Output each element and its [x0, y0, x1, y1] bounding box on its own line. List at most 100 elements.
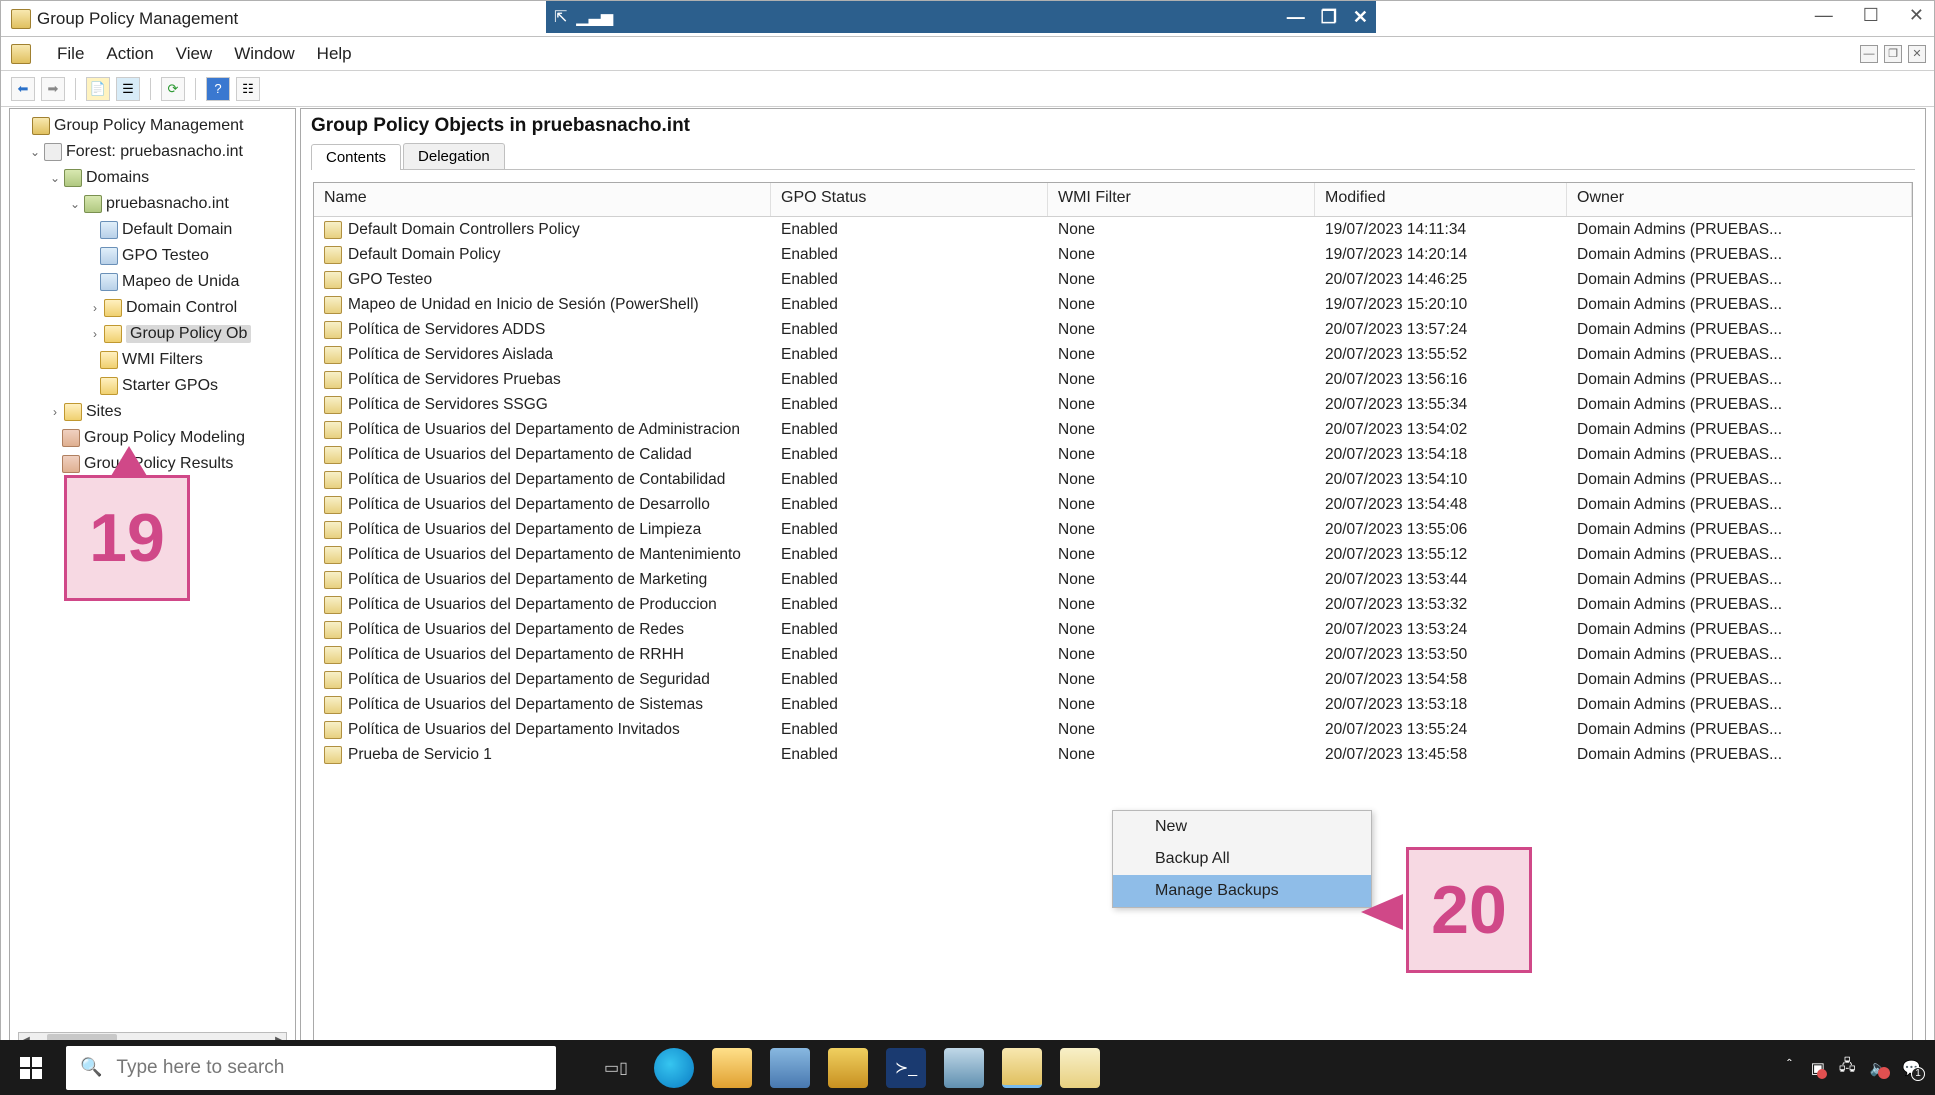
cell-name: Política de Usuarios del Departamento de… [348, 621, 684, 639]
show-hide-button[interactable]: ☰ [116, 77, 140, 101]
menu-action[interactable]: Action [106, 44, 153, 64]
table-row[interactable]: Política de Usuarios del Departamento de… [314, 692, 1912, 717]
cell-status: Enabled [771, 721, 1048, 739]
ctx-manage-backups[interactable]: Manage Backups [1113, 875, 1371, 907]
edge-icon[interactable] [654, 1048, 694, 1088]
table-row[interactable]: Política de Servidores ADDSEnabledNone20… [314, 317, 1912, 342]
col-modified[interactable]: Modified [1315, 183, 1567, 216]
table-row[interactable]: GPO TesteoEnabledNone20/07/2023 14:46:25… [314, 267, 1912, 292]
table-row[interactable]: Prueba de Servicio 1EnabledNone20/07/202… [314, 742, 1912, 767]
tree-domains[interactable]: ⌄Domains [16, 165, 295, 191]
tree-domain[interactable]: ⌄pruebasnacho.int [16, 191, 295, 217]
inner-restore-button[interactable]: ❐ [1321, 7, 1337, 28]
table-row[interactable]: Política de Usuarios del Departamento de… [314, 642, 1912, 667]
tree-forest[interactable]: ⌄Forest: pruebasnacho.int [16, 139, 295, 165]
tab-contents[interactable]: Contents [311, 144, 401, 170]
gpo-icon [324, 646, 342, 664]
gpo-icon [324, 496, 342, 514]
explorer-icon[interactable] [712, 1048, 752, 1088]
gpo-grid: Name GPO Status WMI Filter Modified Owne… [313, 182, 1913, 1042]
gpo-icon [324, 521, 342, 539]
forward-button[interactable]: ➡ [41, 77, 65, 101]
table-row[interactable]: Política de Usuarios del Departamento In… [314, 717, 1912, 742]
cell-name: Mapeo de Unidad en Inicio de Sesión (Pow… [348, 296, 699, 314]
tray-expand-icon[interactable]: ＾ [1782, 1057, 1797, 1078]
cell-name: Política de Servidores ADDS [348, 321, 545, 339]
table-row[interactable]: Política de Usuarios del Departamento de… [314, 542, 1912, 567]
tree-sites[interactable]: ›Sites [16, 399, 295, 425]
table-row[interactable]: Mapeo de Unidad en Inicio de Sesión (Pow… [314, 292, 1912, 317]
tree-item[interactable]: Default Domain [16, 217, 295, 243]
menu-window[interactable]: Window [234, 44, 294, 64]
table-row[interactable]: Política de Servidores SSGGEnabledNone20… [314, 392, 1912, 417]
properties-button[interactable]: ☷ [236, 77, 260, 101]
table-row[interactable]: Política de Usuarios del Departamento de… [314, 667, 1912, 692]
inner-minimize-button[interactable]: — [1287, 7, 1305, 28]
cell-wmi: None [1048, 221, 1315, 239]
table-row[interactable]: Política de Usuarios del Departamento de… [314, 617, 1912, 642]
ctx-backup-all[interactable]: Backup All [1113, 843, 1371, 875]
tray-security-icon[interactable]: ▣ [1811, 1059, 1825, 1077]
table-row[interactable]: Política de Usuarios del Departamento de… [314, 492, 1912, 517]
menu-help[interactable]: Help [317, 44, 352, 64]
tray-network-icon[interactable]: 🖧 [1839, 1055, 1856, 1080]
tree-item[interactable]: GPO Testeo [16, 243, 295, 269]
table-row[interactable]: Default Domain Controllers PolicyEnabled… [314, 217, 1912, 242]
start-button[interactable] [0, 1040, 62, 1095]
table-row[interactable]: Política de Usuarios del Departamento de… [314, 467, 1912, 492]
tray-notifications-icon[interactable]: 💬1 [1902, 1059, 1921, 1077]
taskbar-search[interactable]: 🔍 Type here to search [66, 1046, 556, 1090]
cell-status: Enabled [771, 296, 1048, 314]
gpo-icon [324, 721, 342, 739]
menu-bar: File Action View Window Help — ❐ ✕ [1, 37, 1934, 71]
help-button[interactable]: ? [206, 77, 230, 101]
cell-owner: Domain Admins (PRUEBAS... [1567, 396, 1912, 414]
table-row[interactable]: Política de Usuarios del Departamento de… [314, 417, 1912, 442]
table-row[interactable]: Política de Usuarios del Departamento de… [314, 442, 1912, 467]
cell-modified: 20/07/2023 13:55:24 [1315, 721, 1567, 739]
tree-item[interactable]: Mapeo de Unida [16, 269, 295, 295]
cell-owner: Domain Admins (PRUEBAS... [1567, 521, 1912, 539]
col-name[interactable]: Name [314, 183, 771, 216]
col-owner[interactable]: Owner [1567, 183, 1912, 216]
maximize-button[interactable]: ☐ [1863, 5, 1879, 26]
menu-file[interactable]: File [57, 44, 84, 64]
up-button[interactable]: 📄 [86, 77, 110, 101]
mdi-close-button[interactable]: ✕ [1908, 45, 1926, 63]
mdi-minimize-button[interactable]: — [1860, 45, 1878, 63]
menu-view[interactable]: View [176, 44, 213, 64]
close-button[interactable]: ✕ [1909, 5, 1924, 26]
mdi-restore-button[interactable]: ❐ [1884, 45, 1902, 63]
notepad-icon[interactable] [1060, 1048, 1100, 1088]
table-row[interactable]: Política de Servidores AisladaEnabledNon… [314, 342, 1912, 367]
tray-volume-icon[interactable]: 🔈 [1870, 1059, 1889, 1077]
back-button[interactable]: ⬅ [11, 77, 35, 101]
tab-delegation[interactable]: Delegation [403, 143, 505, 169]
pinned-app-icon[interactable] [944, 1048, 984, 1088]
tree-modeling[interactable]: Group Policy Modeling [16, 425, 295, 451]
gpm-taskbar-icon[interactable] [1002, 1048, 1042, 1088]
table-row[interactable]: Política de Usuarios del Departamento de… [314, 592, 1912, 617]
tree-item[interactable]: ›Domain Control [16, 295, 295, 321]
col-wmi[interactable]: WMI Filter [1048, 183, 1315, 216]
tree-results[interactable]: Group Policy Results [16, 451, 295, 477]
table-row[interactable]: Política de Usuarios del Departamento de… [314, 517, 1912, 542]
cell-wmi: None [1048, 671, 1315, 689]
cell-name: Default Domain Controllers Policy [348, 221, 580, 239]
table-row[interactable]: Política de Servidores PruebasEnabledNon… [314, 367, 1912, 392]
table-row[interactable]: Default Domain PolicyEnabledNone19/07/20… [314, 242, 1912, 267]
refresh-button[interactable]: ⟳ [161, 77, 185, 101]
table-row[interactable]: Política de Usuarios del Departamento de… [314, 567, 1912, 592]
tray-app-icon[interactable] [828, 1048, 868, 1088]
server-manager-icon[interactable] [770, 1048, 810, 1088]
powershell-icon[interactable]: ≻_ [886, 1048, 926, 1088]
tree-item-gpo-container[interactable]: ›Group Policy Ob [16, 321, 295, 347]
col-status[interactable]: GPO Status [771, 183, 1048, 216]
ctx-new[interactable]: New [1113, 811, 1371, 843]
tree-root[interactable]: Group Policy Management [16, 113, 295, 139]
tree-item[interactable]: Starter GPOs [16, 373, 295, 399]
inner-close-button[interactable]: ✕ [1353, 7, 1368, 28]
tree-item[interactable]: WMI Filters [16, 347, 295, 373]
minimize-button[interactable]: — [1815, 5, 1833, 26]
task-view-icon[interactable]: ▭▯ [596, 1048, 636, 1088]
